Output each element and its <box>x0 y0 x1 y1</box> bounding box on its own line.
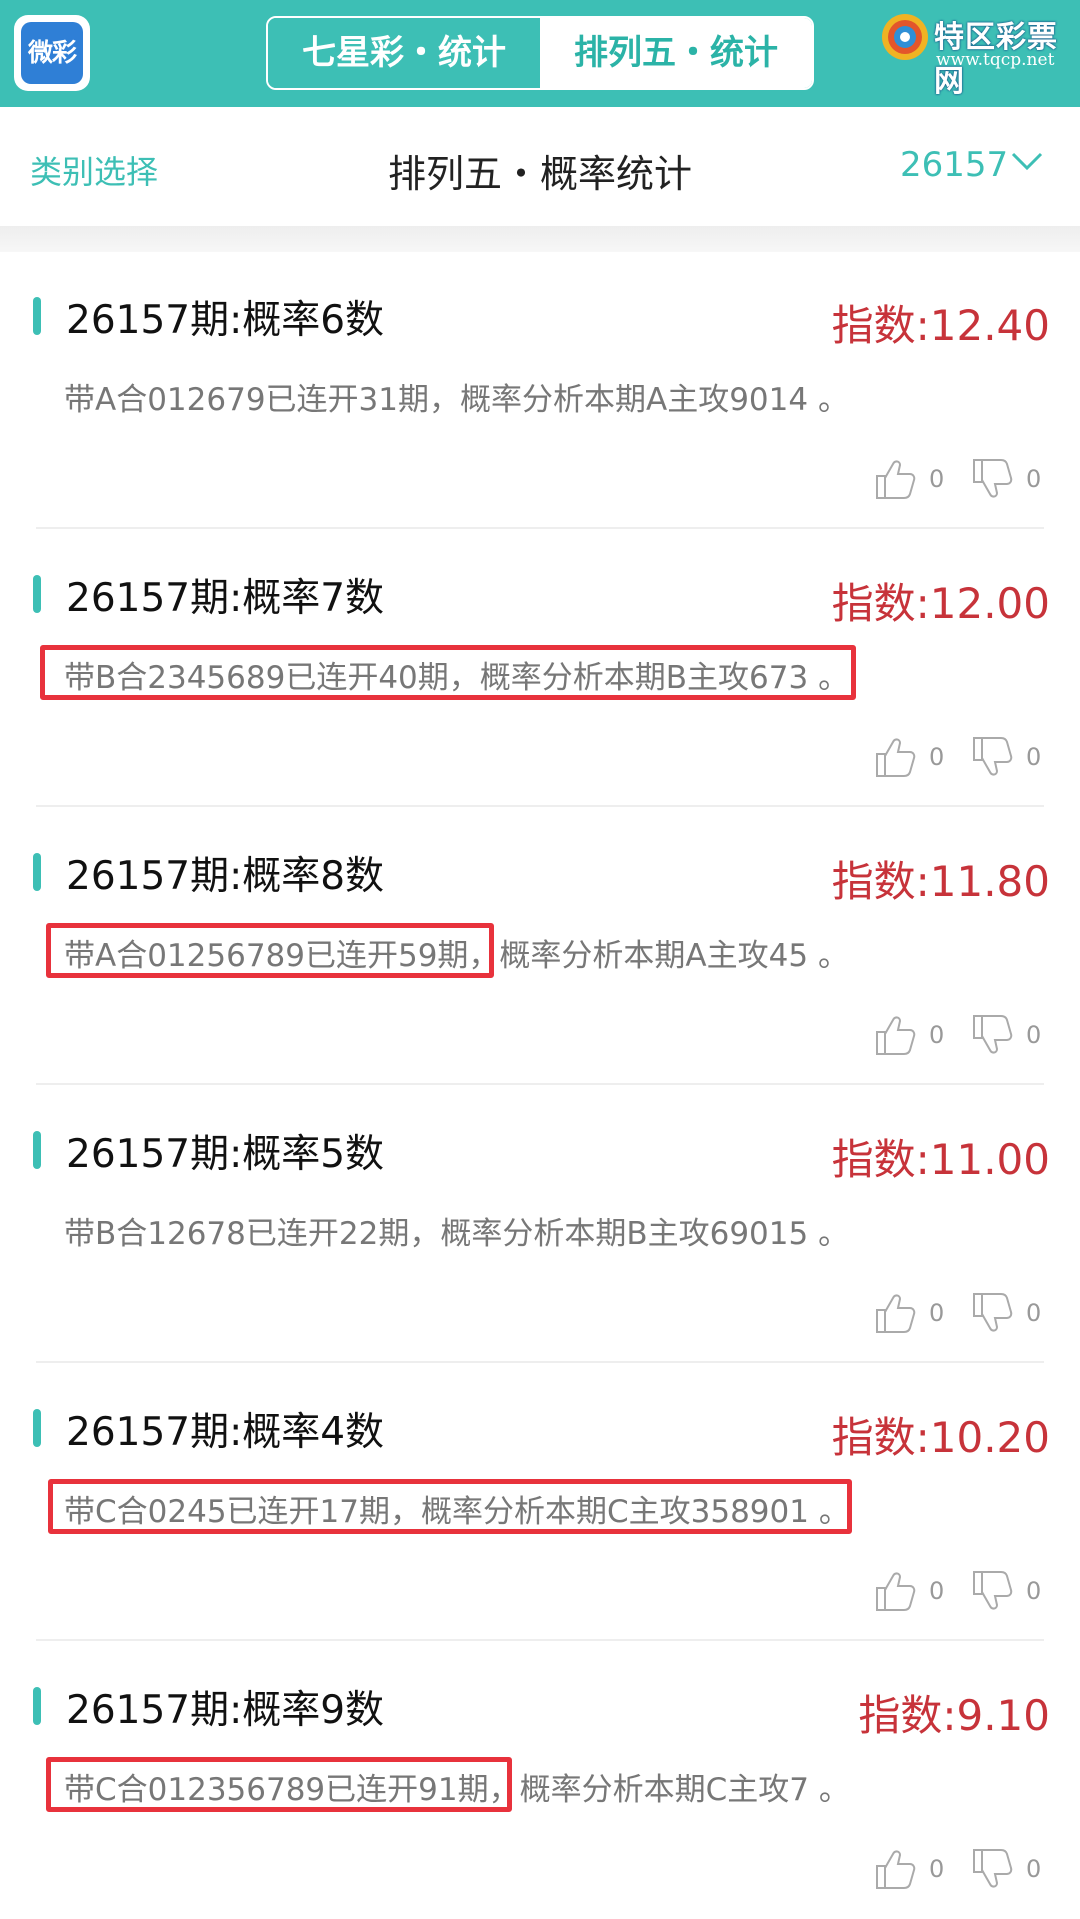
dislike-button[interactable]: 0 <box>970 455 1041 503</box>
thumbs-down-icon <box>973 1571 1013 1610</box>
card-separator <box>36 527 1044 529</box>
thumbs-up-icon <box>876 1572 916 1611</box>
chevron-down-icon[interactable] <box>1010 150 1044 172</box>
thumbs-down-icon <box>973 737 1013 776</box>
card-index-score: 指数:11.80 <box>831 857 1050 906</box>
card-index-score: 指数:9.10 <box>858 1691 1050 1740</box>
like-button[interactable]: 0 <box>873 1845 944 1893</box>
sub-header: 类别选择 排列五・概率统计 26157 <box>0 107 1080 226</box>
stat-card: 26157期:概率9数 指数:9.10 带C合012356789已连开91期，概… <box>0 1642 1080 1919</box>
thumbs-down-icon <box>973 459 1013 498</box>
card-title: 26157期:概率6数 <box>66 298 385 343</box>
issue-select-value[interactable]: 26157 <box>900 145 1008 185</box>
brand-url: www.tqcp.net <box>936 50 1055 70</box>
dislike-count: 0 <box>1026 465 1042 493</box>
dislike-count: 0 <box>1026 1855 1042 1883</box>
thumbs-down-icon <box>973 1015 1013 1054</box>
tab-pailiewu-stats[interactable]: 排列五・统计 <box>540 18 812 88</box>
like-count: 0 <box>929 1577 945 1605</box>
thumbs-up-icon <box>876 1016 916 1055</box>
card-separator <box>36 1361 1044 1363</box>
card-accent-bar <box>33 297 41 335</box>
like-count: 0 <box>929 465 945 493</box>
thumbs-up-icon <box>876 460 916 499</box>
card-accent-bar <box>33 853 41 891</box>
dislike-count: 0 <box>1026 743 1042 771</box>
card-index-score: 指数:12.40 <box>831 301 1050 350</box>
card-accent-bar <box>33 1131 41 1169</box>
lottery-tab-switcher: 七星彩・统计 排列五・统计 <box>266 16 814 90</box>
card-accent-bar <box>33 575 41 613</box>
card-separator <box>36 805 1044 807</box>
card-title: 26157期:概率8数 <box>66 854 385 899</box>
card-accent-bar <box>33 1687 41 1725</box>
card-title: 26157期:概率4数 <box>66 1410 385 1455</box>
top-bar: 微彩 七星彩・统计 排列五・统计 特区彩票网 www.tqcp.net <box>0 0 1080 107</box>
card-separator <box>36 1639 1044 1641</box>
card-index-score: 指数:12.00 <box>831 579 1050 628</box>
card-description: 带A合012679已连开31期，概率分析本期A主攻9014 。 <box>64 382 849 418</box>
like-button[interactable]: 0 <box>873 733 944 781</box>
stat-card: 26157期:概率5数 指数:11.00 带B合12678已连开22期，概率分析… <box>0 1086 1080 1363</box>
like-count: 0 <box>929 1299 945 1327</box>
card-index-score: 指数:11.00 <box>831 1135 1050 1184</box>
like-button[interactable]: 0 <box>873 455 944 503</box>
stat-card: 26157期:概率4数 指数:10.20 带C合0245已连开17期，概率分析本… <box>0 1364 1080 1641</box>
dislike-count: 0 <box>1026 1299 1042 1327</box>
dislike-button[interactable]: 0 <box>970 1289 1041 1337</box>
stat-card: 26157期:概率7数 指数:12.00 带B合2345689已连开40期，概率… <box>0 530 1080 807</box>
category-select-button[interactable]: 类别选择 <box>30 147 158 193</box>
thumbs-down-icon <box>973 1849 1013 1888</box>
like-button[interactable]: 0 <box>873 1011 944 1059</box>
thumbs-up-icon <box>876 1850 916 1889</box>
stat-card: 26157期:概率6数 指数:12.40 带A合012679已连开31期，概率分… <box>0 252 1080 529</box>
card-index-score: 指数:10.20 <box>831 1413 1050 1462</box>
dislike-count: 0 <box>1026 1577 1042 1605</box>
dislike-button[interactable]: 0 <box>970 1567 1041 1615</box>
card-title: 26157期:概率5数 <box>66 1132 385 1177</box>
like-button[interactable]: 0 <box>873 1289 944 1337</box>
section-divider <box>0 226 1080 252</box>
like-count: 0 <box>929 743 945 771</box>
tab-qixingcai-stats[interactable]: 七星彩・统计 <box>268 18 540 88</box>
app-logo[interactable]: 微彩 <box>14 15 90 91</box>
highlight-box <box>46 923 494 978</box>
like-count: 0 <box>929 1021 945 1049</box>
dislike-button[interactable]: 0 <box>970 733 1041 781</box>
dislike-button[interactable]: 0 <box>970 1845 1041 1893</box>
card-title: 26157期:概率9数 <box>66 1688 385 1733</box>
like-count: 0 <box>929 1855 945 1883</box>
brand-swirl-icon <box>882 14 928 60</box>
card-description: 带B合12678已连开22期，概率分析本期B主攻69015 。 <box>64 1216 850 1252</box>
thumbs-up-icon <box>876 1294 916 1333</box>
thumbs-up-icon <box>876 738 916 777</box>
app-logo-text: 微彩 <box>21 22 83 84</box>
highlight-box <box>46 1757 512 1812</box>
highlight-box <box>48 1479 852 1534</box>
stat-card: 26157期:概率8数 指数:11.80 带A合01256789已连开59期，概… <box>0 808 1080 1085</box>
dislike-count: 0 <box>1026 1021 1042 1049</box>
highlight-box <box>40 645 856 700</box>
card-title: 26157期:概率7数 <box>66 576 385 621</box>
dislike-button[interactable]: 0 <box>970 1011 1041 1059</box>
card-accent-bar <box>33 1409 41 1447</box>
brand-watermark: 特区彩票网 www.tqcp.net <box>876 8 1076 99</box>
card-separator <box>36 1083 1044 1085</box>
like-button[interactable]: 0 <box>873 1567 944 1615</box>
thumbs-down-icon <box>973 1293 1013 1332</box>
